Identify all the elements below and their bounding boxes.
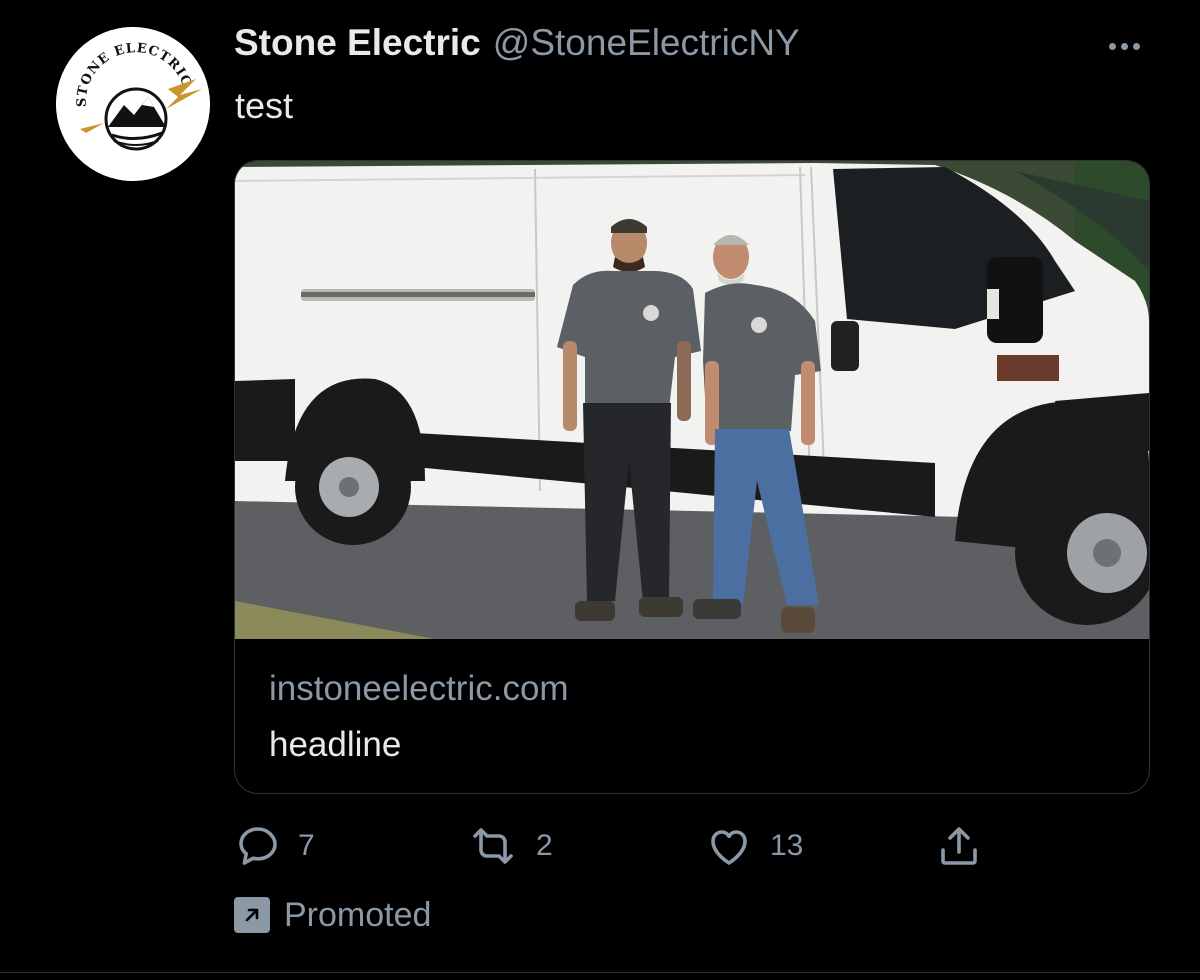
retweet-button[interactable]: 2: [466, 818, 553, 874]
heart-icon: [711, 830, 747, 865]
card-headline[interactable]: headline: [269, 725, 401, 765]
share-button[interactable]: [934, 818, 984, 874]
like-count: 13: [770, 829, 804, 862]
tweet-header: Stone Electric @StoneElectricNY: [234, 22, 800, 72]
more-horizontal-icon: [1108, 42, 1116, 50]
share-upload-icon: [941, 827, 977, 865]
link-card[interactable]: instoneelectric.com headline: [234, 160, 1150, 794]
stone-electric-logo: STONE ELECTRIC: [56, 27, 210, 181]
card-image[interactable]: [235, 161, 1149, 639]
promoted-label: Promoted: [234, 893, 431, 937]
retweet-icon: [473, 828, 513, 864]
tweet-actions: 7 2 13: [234, 818, 994, 874]
tweet[interactable]: STONE ELECTRIC Stone Electric @StoneElec…: [0, 0, 1200, 980]
like-button[interactable]: 13: [704, 818, 803, 874]
reply-button[interactable]: 7: [234, 818, 315, 874]
divider: [0, 972, 1200, 973]
author-handle[interactable]: @StoneElectricNY: [493, 22, 800, 64]
author-display-name[interactable]: Stone Electric: [234, 22, 481, 64]
promoted-text: Promoted: [284, 895, 432, 934]
reply-count: 7: [298, 829, 315, 862]
van-photo: [235, 161, 1149, 639]
more-options-button[interactable]: [1100, 32, 1148, 60]
retweet-count: 2: [536, 829, 553, 862]
more-dot: [1120, 42, 1128, 50]
avatar[interactable]: STONE ELECTRIC: [56, 27, 210, 181]
more-dot: [1132, 42, 1140, 50]
tweet-text: test: [235, 85, 294, 126]
card-domain[interactable]: instoneelectric.com: [269, 669, 569, 709]
promoted-arrow-icon: [234, 897, 270, 933]
reply-bubble-icon: [239, 827, 277, 865]
